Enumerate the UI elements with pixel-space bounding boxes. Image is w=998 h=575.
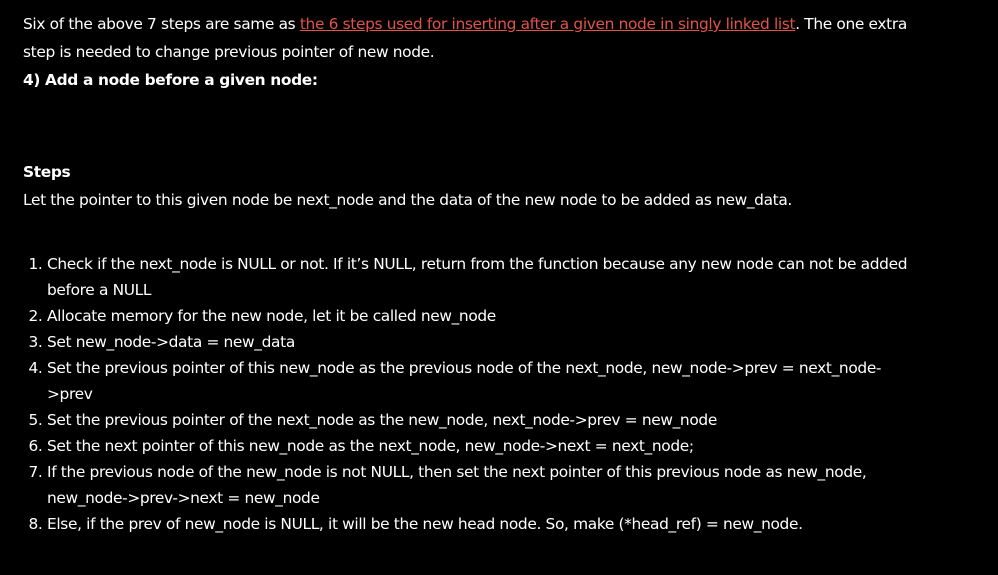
steps-heading: Steps bbox=[23, 163, 71, 181]
singly-linked-list-link[interactable]: the 6 steps used for inserting after a g… bbox=[300, 15, 796, 33]
step-item: Set new_node->data = new_data bbox=[47, 329, 923, 355]
steps-list: Check if the next_node is NULL or not. I… bbox=[23, 251, 923, 537]
step-item: Set the previous pointer of this new_nod… bbox=[47, 355, 923, 407]
steps-intro: Let the pointer to this given node be ne… bbox=[23, 191, 792, 209]
step-item: Else, if the prev of new_node is NULL, i… bbox=[47, 511, 923, 537]
step-item: If the previous node of the new_node is … bbox=[47, 459, 923, 511]
paragraph-text-before: Six of the above 7 steps are same as bbox=[23, 15, 300, 33]
step-item: Allocate memory for the new node, let it… bbox=[47, 303, 923, 329]
article-content: Six of the above 7 steps are same as the… bbox=[23, 10, 923, 537]
step-item: Check if the next_node is NULL or not. I… bbox=[47, 251, 923, 303]
section-heading: 4) Add a node before a given node: bbox=[23, 71, 318, 89]
step-item: Set the previous pointer of the next_nod… bbox=[47, 407, 923, 433]
intro-paragraph: Six of the above 7 steps are same as the… bbox=[23, 10, 923, 66]
step-item: Set the next pointer of this new_node as… bbox=[47, 433, 923, 459]
